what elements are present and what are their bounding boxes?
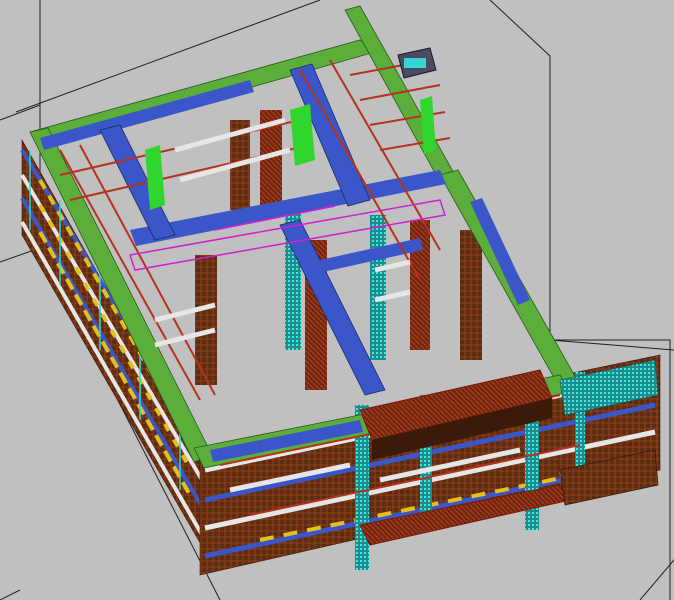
column[interactable] [370,215,386,360]
column[interactable] [460,230,482,360]
left-wall[interactable] [20,138,211,562]
building-framework-model[interactable] [0,0,674,600]
anchor-plate[interactable] [397,47,437,79]
3d-model-viewport[interactable] [0,0,674,600]
